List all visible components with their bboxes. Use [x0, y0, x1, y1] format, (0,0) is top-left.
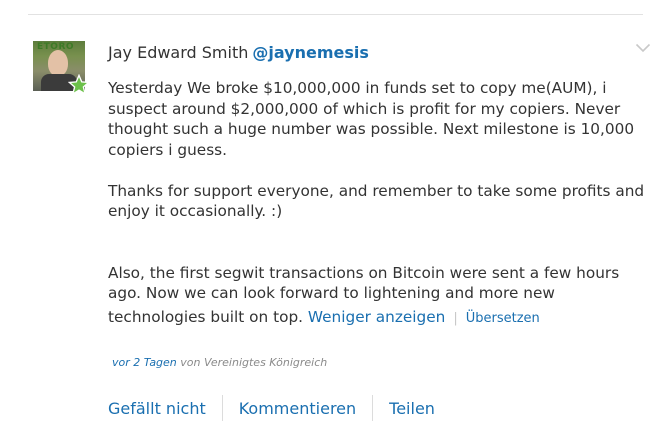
top-divider: [28, 14, 643, 15]
post-actions: Gefällt nicht Kommentieren Teilen: [108, 395, 435, 421]
share-button[interactable]: Teilen: [389, 399, 435, 418]
post-paragraph-1: Yesterday We broke $10,000,000 in funds …: [108, 79, 635, 159]
post-paragraph-2: Thanks for support everyone, and remembe…: [108, 181, 645, 221]
action-divider: [372, 395, 374, 421]
show-less-link[interactable]: Weniger anzeigen: [308, 308, 445, 326]
post-time[interactable]: vor 2 Tagen: [112, 356, 177, 369]
action-divider: [221, 395, 223, 421]
author-handle[interactable]: @jaynemesis: [252, 43, 369, 62]
post-paragraph-3: Also, the first segwit transactions on B…: [108, 263, 648, 332]
star-icon: [68, 74, 90, 96]
author-name[interactable]: Jay Edward Smith: [108, 43, 248, 62]
post-paragraph-3-tail: built on top.: [210, 307, 304, 326]
post-location: von Vereinigtes Königreich: [180, 356, 328, 369]
avatar-head: [48, 50, 68, 76]
dislike-button[interactable]: Gefällt nicht: [108, 399, 206, 418]
translate-link[interactable]: Übersetzen: [466, 311, 540, 326]
post-author: Jay Edward Smith @jaynemesis: [108, 43, 369, 62]
post-meta: vor 2 Tagen von Vereinigtes Königreich: [112, 356, 327, 369]
chevron-down-icon[interactable]: [635, 43, 651, 53]
post-paragraph-3-tail-line: built on top. Weniger anzeigen | Übersetze…: [210, 308, 539, 326]
comment-button[interactable]: Kommentieren: [239, 399, 356, 418]
post-body: Yesterday We broke $10,000,000 in funds …: [108, 78, 648, 332]
link-separator: |: [453, 310, 458, 326]
